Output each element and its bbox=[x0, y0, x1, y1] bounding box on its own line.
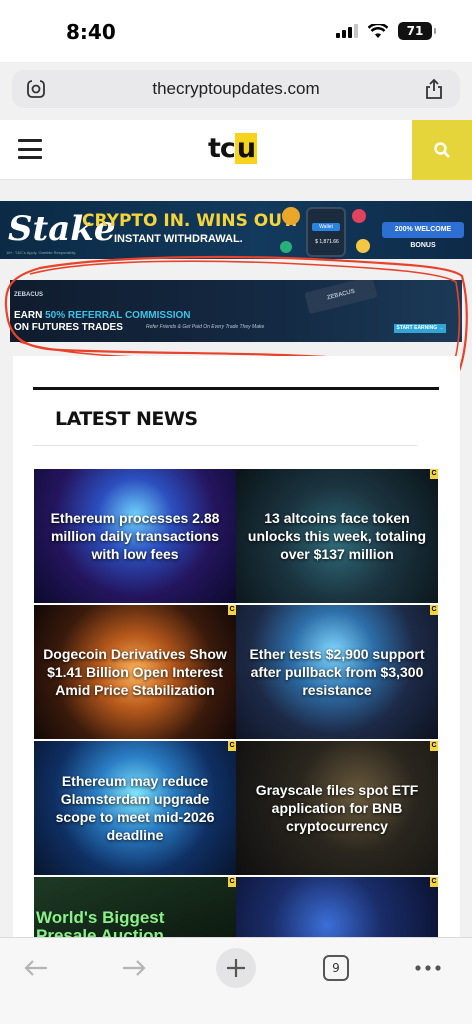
news-tile[interactable]: Ethereum processes 2.88 million daily tr… bbox=[34, 469, 236, 603]
stake-subline: INSTANT WITHDRAWAL. bbox=[114, 233, 243, 245]
news-tile[interactable]: C bbox=[236, 877, 438, 937]
share-icon[interactable] bbox=[424, 78, 444, 100]
news-tile-title[interactable]: 13 altcoins face token unlocks this week… bbox=[244, 509, 430, 563]
source-badge: C bbox=[430, 469, 438, 479]
tabs-button[interactable]: 9 bbox=[316, 948, 356, 988]
new-tab-button[interactable] bbox=[216, 948, 256, 988]
zebacus-tagline: Refer Friends & Get Paid On Every Trade … bbox=[146, 324, 265, 330]
news-tile-title[interactable]: Ethereum processes 2.88 million daily tr… bbox=[42, 509, 228, 563]
news-tile-title[interactable]: Dogecoin Derivatives Show $1.41 Billion … bbox=[42, 645, 228, 699]
news-tile[interactable]: C Ethereum may reduce Glamsterdam upgrad… bbox=[34, 741, 236, 875]
news-tile[interactable]: C World's Biggest Presale Auction bbox=[34, 877, 236, 937]
site-header: tcu bbox=[0, 120, 472, 180]
cellular-signal-icon bbox=[336, 24, 358, 38]
zebacus-cta-button[interactable]: START EARNING → bbox=[394, 324, 446, 333]
more-button[interactable] bbox=[408, 948, 448, 988]
browser-toolbar: 9 bbox=[0, 937, 472, 1024]
news-tile-title[interactable]: Ether tests $2,900 support after pullbac… bbox=[244, 645, 430, 699]
status-time: 8:40 bbox=[66, 20, 116, 44]
coin-graphic bbox=[352, 209, 366, 223]
status-bar: 8:40 71 bbox=[0, 0, 472, 62]
zebacus-headline-highlight: 50% REFERRAL COMMISSION bbox=[45, 310, 191, 321]
forward-icon bbox=[123, 960, 146, 976]
tabs-icon: 9 bbox=[323, 955, 349, 981]
more-icon bbox=[415, 965, 441, 971]
coin-graphic bbox=[280, 241, 292, 253]
news-tile-title[interactable]: Grayscale files spot ETF application for… bbox=[244, 781, 430, 835]
phone-amount: $ 1,871.66 bbox=[315, 239, 339, 245]
stake-headline: CRYPTO IN. WINS OUT. bbox=[82, 211, 298, 231]
plus-icon bbox=[227, 959, 245, 977]
stake-bonus-button[interactable]: 200% WELCOME BONUS bbox=[382, 222, 464, 249]
zebacus-brand: ZEBACUS bbox=[14, 292, 44, 298]
source-badge: C bbox=[430, 605, 438, 615]
logo-highlight-text: u bbox=[234, 133, 258, 164]
news-tile[interactable]: C 13 altcoins face token unlocks this we… bbox=[236, 469, 438, 603]
source-badge: C bbox=[228, 877, 236, 887]
zebacus-card-graphic: ZEBACUS bbox=[304, 280, 378, 315]
coin-graphic bbox=[282, 207, 300, 225]
search-icon bbox=[434, 142, 450, 158]
search-button[interactable] bbox=[412, 120, 472, 180]
site-logo[interactable]: tcu bbox=[208, 133, 258, 164]
zebacus-headline-prefix: EARN bbox=[14, 310, 46, 321]
coin-graphic bbox=[356, 239, 370, 253]
section-divider bbox=[33, 387, 439, 390]
forward-button[interactable] bbox=[114, 948, 154, 988]
heading-underline bbox=[33, 445, 417, 446]
zebacus-ad-banner[interactable]: ZEBACUS EARN 50% REFERRAL COMMISSION ON … bbox=[10, 280, 462, 342]
status-icons: 71 bbox=[336, 22, 436, 40]
battery-indicator: 71 bbox=[398, 22, 436, 40]
zebacus-subheadline: ON FUTURES TRADES bbox=[14, 322, 123, 333]
address-bar[interactable]: thecryptoupdates.com bbox=[12, 70, 460, 108]
phone-wallet-button: Wallet bbox=[312, 223, 340, 231]
back-button[interactable] bbox=[16, 948, 56, 988]
phone-graphic: Wallet $ 1,871.66 bbox=[306, 207, 346, 257]
source-badge: C bbox=[228, 741, 236, 751]
news-tile-title[interactable]: Ethereum may reduce Glamsterdam upgrade … bbox=[42, 772, 228, 844]
hamburger-icon[interactable] bbox=[18, 139, 42, 159]
back-icon bbox=[24, 960, 47, 976]
news-tile[interactable]: C Ether tests $2,900 support after pullb… bbox=[236, 605, 438, 739]
news-tile[interactable]: C Dogecoin Derivatives Show $1.41 Billio… bbox=[34, 605, 236, 739]
latest-news-heading: LATEST NEWS bbox=[55, 408, 198, 430]
wifi-icon bbox=[368, 23, 388, 38]
news-tile-title[interactable]: World's Biggest Presale Auction bbox=[36, 909, 176, 938]
logo-main-text: tc bbox=[208, 133, 236, 164]
stake-fine-print: 18+. T&C's Apply. Gamble Responsibly. bbox=[6, 250, 77, 255]
news-tile[interactable]: C Grayscale files spot ETF application f… bbox=[236, 741, 438, 875]
source-badge: C bbox=[430, 741, 438, 751]
source-badge: C bbox=[430, 877, 438, 887]
source-badge: C bbox=[228, 605, 236, 615]
url-text[interactable]: thecryptoupdates.com bbox=[12, 79, 460, 99]
zebacus-headline: EARN 50% REFERRAL COMMISSION bbox=[14, 310, 191, 321]
